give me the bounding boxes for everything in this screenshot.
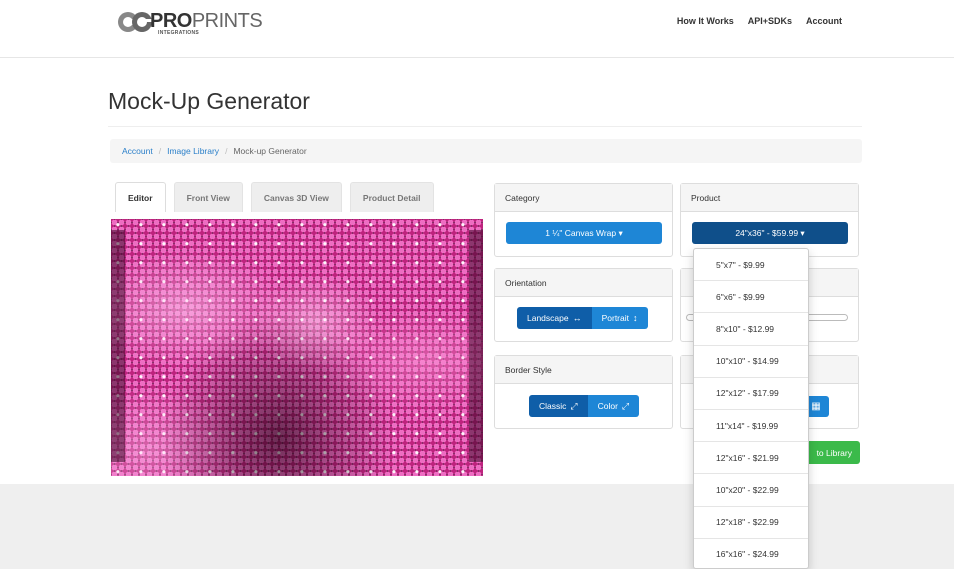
logo-wordmark: PROPRINTS	[150, 10, 263, 32]
product-option[interactable]: 5"x7" - $9.99	[694, 249, 808, 282]
product-option[interactable]: 10"x10" - $14.99	[694, 346, 808, 378]
vertical-arrows-icon: ↕	[633, 313, 638, 323]
orientation-panel: Orientation	[494, 268, 673, 342]
wrap-edge-left	[111, 230, 125, 462]
expand-icon: ⤢	[621, 400, 630, 411]
portrait-label: Portrait	[601, 313, 629, 323]
category-panel: Category	[494, 183, 673, 257]
border-style-heading: Border Style	[495, 356, 672, 384]
nav-how-it-works[interactable]: How It Works	[677, 16, 734, 26]
color-border-button[interactable]: Color ⤢	[587, 395, 640, 417]
page-footer	[0, 484, 954, 569]
portrait-button[interactable]: Portrait ↕	[591, 307, 648, 329]
wrap-edge-right	[469, 230, 483, 462]
breadcrumb-separator: /	[225, 146, 228, 156]
breadcrumb-separator: /	[158, 146, 162, 156]
top-navbar: PROPRINTS INTEGRATIONS How It Works API+…	[0, 0, 954, 58]
product-dropdown-button[interactable]: 24"x36" - $59.99 ▾	[692, 222, 848, 244]
breadcrumb-image-library[interactable]: Image Library	[167, 146, 219, 156]
page-title: Mock-Up Generator	[108, 88, 310, 114]
logo-subtitle: INTEGRATIONS	[158, 30, 200, 36]
classic-border-button[interactable]: Classic ⤢	[529, 395, 588, 417]
product-option[interactable]: 16"x16" - $24.99	[694, 539, 808, 568]
product-dropdown-menu: 5"x7" - $9.99 6"x6" - $9.99 8"x10" - $12…	[693, 248, 809, 569]
tab-editor[interactable]: Editor	[115, 182, 166, 212]
nav-api-sdks[interactable]: API+SDKs	[748, 16, 792, 26]
view-tabs: Editor Front View Canvas 3D View Product…	[115, 182, 434, 212]
nav-account[interactable]: Account	[806, 16, 842, 26]
breadcrumb-current: Mock-up Generator	[233, 146, 307, 156]
tab-front-view[interactable]: Front View	[173, 182, 243, 212]
product-panel: Product	[680, 183, 859, 257]
classic-label: Classic	[539, 401, 567, 411]
expand-icon: ⤢	[570, 400, 578, 411]
tab-product-detail[interactable]: Product Detail	[349, 182, 434, 212]
landscape-button[interactable]: Landscape ↔	[517, 307, 592, 329]
category-dropdown-button[interactable]: 1 ¼" Canvas Wrap ▾	[506, 222, 662, 244]
breadcrumb: Account / Image Library / Mock-up Genera…	[110, 139, 862, 163]
product-option[interactable]: 6"x6" - $9.99	[694, 281, 808, 314]
title-divider	[108, 126, 862, 127]
product-option[interactable]: 12"x16" - $21.99	[694, 442, 808, 475]
breadcrumb-account[interactable]: Account	[122, 146, 153, 156]
grid-icon: ▦	[811, 401, 821, 412]
cg-logo-icon	[118, 12, 152, 32]
tab-canvas-3d-view[interactable]: Canvas 3D View	[250, 182, 342, 212]
orientation-toggle: Landscape ↔ Portrait ↕	[517, 307, 648, 329]
orientation-heading: Orientation	[495, 269, 672, 297]
product-option[interactable]: 8"x10" - $12.99	[694, 313, 808, 346]
horizontal-arrows-icon: ↔	[572, 313, 582, 323]
color-label: Color	[597, 401, 618, 411]
mockup-image[interactable]	[111, 219, 483, 476]
border-style-toggle: Classic ⤢ Color ⤢	[529, 395, 640, 417]
landscape-label: Landscape	[527, 313, 569, 323]
product-option[interactable]: 10"x20" - $22.99	[694, 474, 808, 507]
category-heading: Category	[495, 184, 672, 212]
product-heading: Product	[681, 184, 858, 212]
product-option[interactable]: 11"x14" - $19.99	[694, 410, 808, 443]
brand-logo[interactable]: PROPRINTS INTEGRATIONS	[118, 10, 263, 36]
product-option[interactable]: 12"x12" - $17.99	[694, 378, 808, 410]
product-option[interactable]: 12"x18" - $22.99	[694, 507, 808, 539]
border-style-panel: Border Style	[494, 355, 673, 429]
main-nav: How It Works API+SDKs Account	[677, 16, 842, 26]
